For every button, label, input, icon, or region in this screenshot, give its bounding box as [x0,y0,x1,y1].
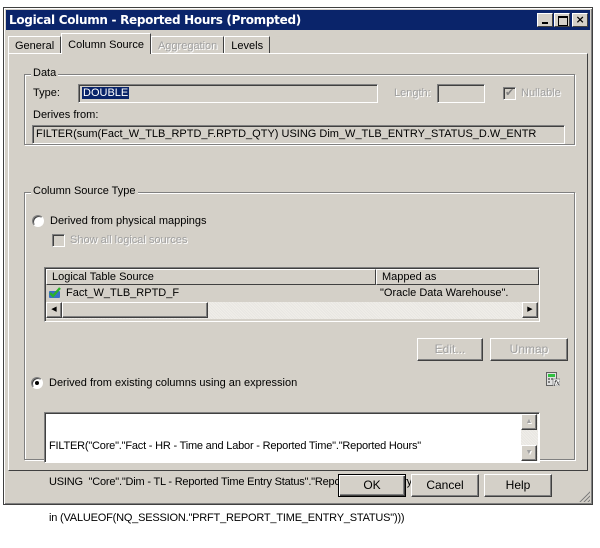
grid-header: Logical Table Source Mapped as [46,269,539,285]
expression-label[interactable]: Derived from existing columns using an e… [49,377,297,389]
scroll-up-button[interactable]: ▲ [521,414,537,430]
expression-line: FILTER("Core"."Fact - HR - Time and Labo… [49,440,421,452]
data-group-label: Data [31,67,59,79]
type-value: DOUBLE [82,87,130,99]
derives-from-label: Derives from: [33,109,99,121]
help-button[interactable]: Help [484,474,552,497]
cancel-button[interactable]: Cancel [411,474,479,497]
horizontal-scrollbar[interactable]: ◀ ▶ [46,302,538,319]
svg-text:fx: fx [553,380,560,386]
column-source-type-label: Column Source Type [31,185,138,197]
tab-column-source[interactable]: Column Source [61,33,151,54]
data-group: Data Type: DOUBLE Length: Nullable Deriv… [24,67,575,145]
scroll-left-button[interactable]: ◀ [46,302,62,318]
edit-button: Edit... [417,338,483,361]
nullable-checkbox [503,86,516,100]
show-all-sources-label: Show all logical sources [70,234,188,246]
expression-line: in (VALUEOF(NQ_SESSION."PRFT_REPORT_TIME… [49,512,405,524]
mapped-as-cell: "Oracle Data Warehouse". [380,287,509,299]
tab-general[interactable]: General [8,36,62,54]
table-row[interactable]: Fact_W_TLB_RPTD_F "Oracle Data Warehouse… [46,285,539,301]
physical-mappings-label[interactable]: Derived from physical mappings [50,215,207,227]
ok-button[interactable]: OK [338,474,406,497]
resize-grip[interactable] [578,490,590,502]
physical-mappings-radio[interactable] [32,215,44,227]
tab-strip: General Column Source Aggregation Levels [8,33,271,54]
column-header-mapped-as[interactable]: Mapped as [376,269,539,285]
column-header-logical-table-source[interactable]: Logical Table Source [46,269,376,285]
close-button[interactable]: × [572,13,588,27]
scroll-down-button[interactable]: ▼ [521,445,537,461]
derives-from-field[interactable]: FILTER(sum(Fact_W_TLB_RPTD_F.RPTD_QTY) U… [32,125,565,144]
show-all-sources-checkbox [52,234,65,247]
length-label: Length: [394,87,431,99]
column-source-panel: Data Type: DOUBLE Length: Nullable Deriv… [8,53,588,524]
logical-table-source-cell: Fact_W_TLB_RPTD_F [66,287,180,299]
source-status-check-icon [49,287,61,298]
maximize-button[interactable] [554,13,570,27]
type-label: Type: [33,87,60,99]
tab-levels[interactable]: Levels [224,36,271,54]
type-field[interactable]: DOUBLE [78,84,378,103]
unmap-button: Unmap [490,338,568,361]
expression-builder-icon[interactable]: fx [546,372,560,386]
title-bar[interactable]: Logical Column - Reported Hours (Prompte… [6,10,590,30]
tab-aggregation: Aggregation [150,36,225,54]
window-title: Logical Column - Reported Hours (Prompte… [9,13,301,27]
scrollbar-thumb[interactable] [62,302,208,318]
vertical-scrollbar[interactable]: ▲ ▼ [521,414,538,461]
expression-textarea[interactable]: FILTER("Core"."Fact - HR - Time and Labo… [44,412,540,524]
logical-table-source-grid[interactable]: Logical Table Source Mapped as Fact_W_TL… [44,267,540,322]
length-field [437,84,485,103]
derives-from-value: FILTER(sum(Fact_W_TLB_RPTD_F.RPTD_QTY) U… [36,128,537,140]
dialog-window: Logical Column - Reported Hours (Prompte… [3,7,593,524]
minimize-button[interactable] [537,13,553,27]
expression-radio[interactable] [31,377,43,389]
scroll-right-button[interactable]: ▶ [522,302,538,318]
nullable-label: Nullable [521,87,561,99]
